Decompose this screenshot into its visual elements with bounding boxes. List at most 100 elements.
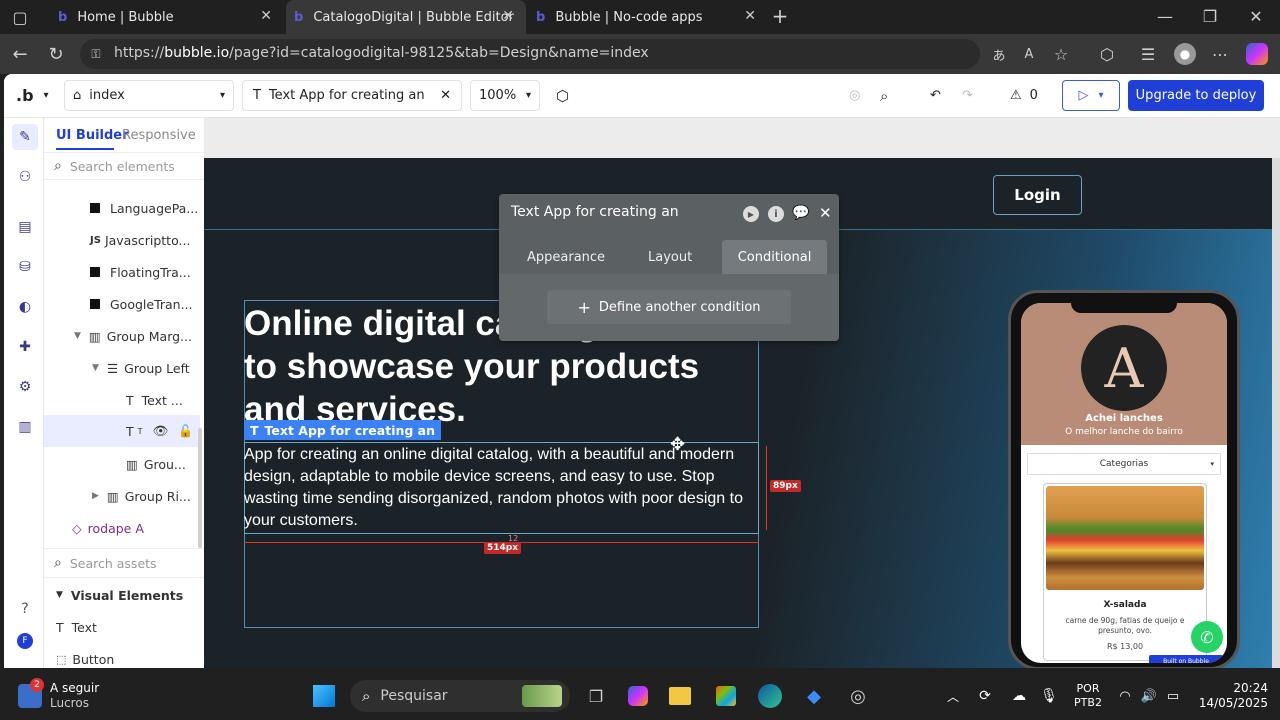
tree-item-text[interactable]: T Text ... xyxy=(126,385,183,415)
refresh-icon[interactable]: ↻ xyxy=(46,44,66,65)
translate-icon[interactable]: あ xyxy=(990,45,1008,64)
tree-item-javascriptto[interactable]: JS Javascriptto... xyxy=(90,225,190,255)
workflow-tab-icon[interactable]: ⚇ xyxy=(12,164,38,190)
profile-avatar-icon[interactable]: ● xyxy=(1174,43,1196,65)
tree-item-googletran[interactable]: GoogleTran... xyxy=(90,289,193,319)
define-condition-button[interactable]: + Define another condition xyxy=(547,290,791,324)
dropbox-icon[interactable]: ◆ xyxy=(802,680,826,712)
tab-close-icon[interactable]: ✕ xyxy=(744,8,756,24)
site-info-icon[interactable]: ⚿ xyxy=(88,46,104,62)
close-icon[interactable]: ✕ xyxy=(440,88,451,103)
page-select[interactable]: ⌂ index ▾ xyxy=(64,80,234,111)
undo-icon[interactable]: ↶ xyxy=(930,80,941,111)
chrome-icon[interactable]: ◎ xyxy=(846,680,870,712)
onedrive-icon[interactable]: ☁ xyxy=(1008,680,1030,712)
chevron-right-icon[interactable]: ▶ xyxy=(92,491,99,501)
tab-close-icon[interactable]: ✕ xyxy=(260,8,272,24)
hero-description[interactable]: App for creating an online digital catal… xyxy=(244,444,756,532)
help-icon[interactable]: ? xyxy=(12,596,38,622)
user-avatar-icon[interactable]: F xyxy=(12,628,38,654)
search-elements-field[interactable]: ⌕ Search elements xyxy=(44,152,204,180)
search-icon[interactable]: ⌕ xyxy=(880,80,888,111)
tab-appearance[interactable]: Appearance xyxy=(527,250,605,265)
new-tab-icon[interactable]: + xyxy=(770,4,790,28)
copilot-taskbar-icon[interactable] xyxy=(626,680,650,712)
tree-item-rodape[interactable]: ◇ rodape A xyxy=(72,513,144,543)
tab-conditional[interactable]: Conditional xyxy=(722,240,827,274)
category-select[interactable]: Categorias ▾ xyxy=(1027,453,1221,475)
store-icon[interactable] xyxy=(714,680,738,712)
minimize-icon[interactable]: — xyxy=(1155,6,1175,26)
editor-canvas[interactable]: Login Online digital catalog created to … xyxy=(204,118,1280,668)
favorites-icon[interactable]: ☰ xyxy=(1138,44,1158,64)
task-view-icon[interactable]: ❐ xyxy=(584,680,608,712)
start-button[interactable] xyxy=(310,680,338,712)
url-field[interactable]: ⚿ https://bubble.io/page?id=catalogodigi… xyxy=(80,39,1068,69)
logs-tab-icon[interactable]: ▥ xyxy=(12,414,38,440)
favorite-star-icon[interactable]: ☆ xyxy=(1052,45,1070,64)
taskbar-search[interactable]: ⌕ Pesquisar xyxy=(350,680,570,712)
eye-icon[interactable]: 👁 xyxy=(153,423,169,439)
plugins-tab-icon[interactable]: ✚ xyxy=(12,334,38,360)
cube-icon[interactable]: ⬡ xyxy=(556,80,569,111)
tree-item-group-ri[interactable]: ▶ ▥ Group Ri... xyxy=(92,481,191,511)
weather-widget[interactable]: 2 A seguir Lucros xyxy=(18,678,118,712)
visual-item-text[interactable]: T Text xyxy=(56,612,97,642)
clock[interactable]: 20:24 14/05/2025 xyxy=(1196,680,1268,712)
bubble-logo-menu[interactable]: .b ▾ xyxy=(16,80,49,111)
back-icon[interactable]: ← xyxy=(10,44,30,65)
preview-play-icon[interactable]: ▶ xyxy=(743,206,759,222)
tab-editor[interactable]: b CatalogoDigital | Bubble Editor ✕ xyxy=(286,0,526,34)
tree-item-languagepa[interactable]: LanguagePa... xyxy=(90,193,198,223)
visual-elements-header[interactable]: ▼ Visual Elements xyxy=(56,580,183,610)
battery-icon[interactable]: ▭ xyxy=(1164,680,1182,712)
design-tab-icon[interactable]: ✎ xyxy=(12,124,38,150)
info-icon[interactable]: i xyxy=(768,206,784,222)
extensions-icon[interactable]: ⬡ xyxy=(1097,44,1117,64)
copilot-icon[interactable] xyxy=(1246,43,1268,65)
edge-browser-icon[interactable] xyxy=(756,680,784,712)
volume-icon[interactable]: 🔊 xyxy=(1140,680,1158,712)
preview-button[interactable]: ▷ ▾ xyxy=(1062,80,1120,111)
styles-tab-icon[interactable]: ◐ xyxy=(12,294,38,320)
tree-item-floatingtra[interactable]: FloatingTra... xyxy=(90,257,191,287)
visual-item-button[interactable]: ⬚ Button xyxy=(56,644,114,668)
tab-actions-icon[interactable]: ▢ xyxy=(10,8,30,27)
settings-tab-icon[interactable]: ⚙ xyxy=(12,374,38,400)
read-aloud-icon[interactable]: A xyxy=(1020,45,1038,63)
element-select[interactable]: T Text App for creating an ✕ xyxy=(242,80,462,111)
zoom-select[interactable]: 100% ▾ xyxy=(470,80,540,111)
restore-icon[interactable]: ❐ xyxy=(1200,6,1220,26)
tab-responsive[interactable]: Responsive xyxy=(122,128,196,143)
show-hidden-icons[interactable]: ︿ xyxy=(944,680,962,712)
more-menu-icon[interactable]: ⋯ xyxy=(1210,44,1230,64)
check-circle-icon[interactable]: ◎ xyxy=(849,80,860,111)
canvas-scrollbar[interactable] xyxy=(1272,158,1280,668)
built-on-bubble-badge[interactable]: Built on Bubble xyxy=(1149,655,1223,663)
chevron-down-icon[interactable]: ▼ xyxy=(92,363,99,373)
login-button[interactable]: Login xyxy=(993,175,1082,215)
upgrade-deploy-button[interactable]: Upgrade to deploy xyxy=(1128,80,1264,111)
tree-item-group-left[interactable]: ▼ ☰ Group Left xyxy=(92,353,190,383)
product-card[interactable]: X-salada carne de 90g, fatias de queijo … xyxy=(1043,483,1207,661)
tab-ui-builder[interactable]: UI Builder xyxy=(56,128,129,143)
sync-icon[interactable]: ⟳ xyxy=(976,680,994,712)
issues-button[interactable]: ⚠ 0 xyxy=(1010,80,1038,111)
tab-nocode[interactable]: b Bubble | No-code apps ✕ xyxy=(528,0,768,34)
lock-icon[interactable]: 🔓 xyxy=(178,424,193,438)
language-indicator[interactable]: POR PTB2 xyxy=(1068,680,1108,712)
comment-icon[interactable]: 💬 xyxy=(792,205,809,221)
tab-close-icon[interactable]: ✕ xyxy=(502,8,514,24)
redo-icon[interactable]: ↷ xyxy=(962,80,973,111)
tree-item-grou[interactable]: ▥ Grou... xyxy=(126,449,186,479)
data-tab-icon[interactable]: ⛁ xyxy=(12,254,38,280)
chevron-down-icon[interactable]: ▼ xyxy=(74,331,81,341)
wifi-icon[interactable]: ◠ xyxy=(1116,680,1134,712)
close-icon[interactable]: ✕ xyxy=(819,204,832,222)
file-explorer-icon[interactable] xyxy=(668,680,692,712)
tree-item-group-marg[interactable]: ▼ ▥ Group Marg... xyxy=(74,321,192,351)
tab-home[interactable]: b Home | Bubble ✕ xyxy=(44,0,284,34)
panel-scrollbar[interactable] xyxy=(198,428,202,548)
tree-item-selected-text[interactable]: TT 👁 🔓 xyxy=(44,415,200,447)
search-assets-field[interactable]: ⌕ Search assets xyxy=(44,548,204,578)
